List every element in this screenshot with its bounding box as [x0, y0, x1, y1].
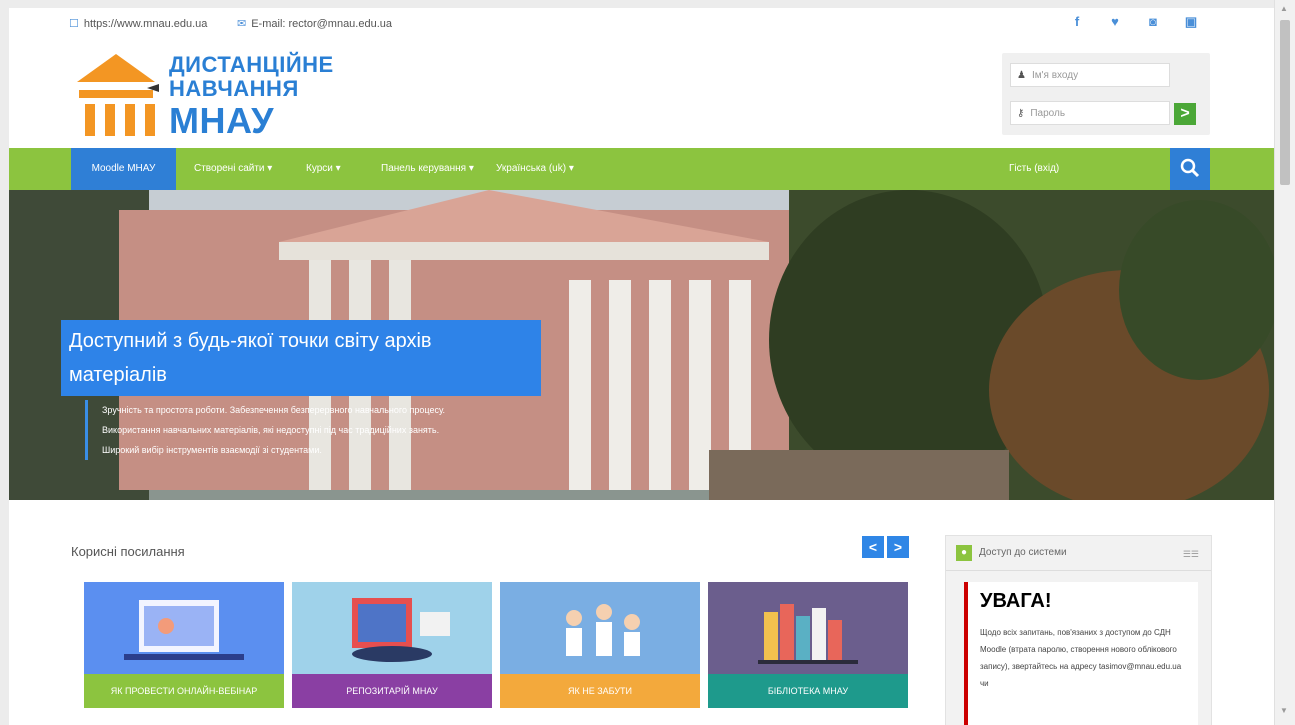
key-icon: ⚷: [1017, 107, 1025, 119]
login-submit-button[interactable]: >: [1174, 103, 1196, 125]
instagram-icon[interactable]: ◙: [1145, 14, 1161, 30]
vertical-scrollbar[interactable]: ▲ ▼: [1274, 0, 1295, 725]
site-logo[interactable]: ДИСТАНЦІЙНЕ НАВЧАННЯ МНАУ: [71, 48, 333, 143]
next-button[interactable]: >: [887, 536, 909, 558]
card-forget[interactable]: ЯК НЕ ЗАБУТИ: [500, 582, 700, 708]
password-field[interactable]: ⚷ Пароль: [1010, 101, 1170, 125]
card-webinar[interactable]: ЯК ПРОВЕСТИ ОНЛАЙН-ВЕБІНАР: [84, 582, 284, 708]
hero-banner: Доступний з будь-якої точки світу архів …: [9, 190, 1275, 500]
main-nav: Moodle МНАУ Створені сайти ▾ Курси ▾ Пан…: [9, 148, 1275, 190]
website-link[interactable]: ☐ https://www.mnau.edu.ua: [69, 17, 207, 31]
nav-item-language[interactable]: Українська (uk) ▾: [496, 148, 574, 190]
page-icon: ☐: [69, 18, 79, 30]
nav-item-sites[interactable]: Створені сайти ▾: [194, 148, 272, 190]
repository-illustration: [292, 582, 492, 674]
nav-item-courses[interactable]: Курси ▾: [306, 148, 341, 190]
mail-icon: ✉: [237, 18, 247, 30]
system-access-block: ● Доступ до системи ☰☰ УВАГА! Щодо всіх …: [945, 535, 1212, 725]
academy-building-icon: [77, 54, 159, 136]
guest-login-link[interactable]: Гість (вхід): [1009, 148, 1059, 190]
block-icon: ●: [956, 545, 972, 561]
hero-title: Доступний з будь-якої точки світу архів …: [61, 320, 541, 396]
facebook-icon[interactable]: f: [1069, 14, 1085, 30]
search-button[interactable]: [1170, 148, 1210, 190]
block-menu-icon[interactable]: ☰☰: [1183, 549, 1199, 560]
hero-description: Зручність та простота роботи. Забезпечен…: [85, 400, 582, 460]
twitter-icon[interactable]: ♥: [1107, 14, 1123, 30]
block-header: ● Доступ до системи ☰☰: [946, 536, 1211, 571]
scrollbar-thumb[interactable]: [1280, 20, 1290, 185]
library-illustration: [708, 582, 908, 674]
search-icon: [1180, 158, 1200, 178]
login-form: ♟ Ім'я входу ⚷ Пароль >: [1002, 53, 1210, 135]
carousel-controls: < >: [862, 536, 909, 558]
scroll-up-arrow[interactable]: ▲: [1280, 4, 1288, 13]
card-library[interactable]: БІБЛІОТЕКА МНАУ: [708, 582, 908, 708]
useful-links-title: Корисні посилання: [71, 544, 185, 559]
card-repository[interactable]: РЕПОЗИТАРІЙ МНАУ: [292, 582, 492, 708]
webinar-illustration: [84, 582, 284, 674]
prev-button[interactable]: <: [862, 536, 884, 558]
nav-item-moodle[interactable]: Moodle МНАУ: [71, 148, 176, 190]
user-icon: ♟: [1017, 69, 1026, 81]
email-link[interactable]: ✉ E-mail: rector@mnau.edu.ua: [237, 17, 392, 31]
youtube-icon[interactable]: ▣: [1183, 14, 1199, 30]
scroll-down-arrow[interactable]: ▼: [1280, 706, 1288, 715]
nav-item-dashboard[interactable]: Панель керування ▾: [381, 148, 474, 190]
username-field[interactable]: ♟ Ім'я входу: [1010, 63, 1170, 87]
notice-box: УВАГА! Щодо всіх запитань, пов'язаних з …: [964, 582, 1198, 725]
top-bar: ☐ https://www.mnau.edu.ua ✉ E-mail: rect…: [9, 8, 1275, 38]
team-illustration: [500, 582, 700, 674]
page: ☐ https://www.mnau.edu.ua ✉ E-mail: rect…: [9, 8, 1275, 725]
social-links: f ♥ ◙ ▣: [1069, 14, 1199, 30]
